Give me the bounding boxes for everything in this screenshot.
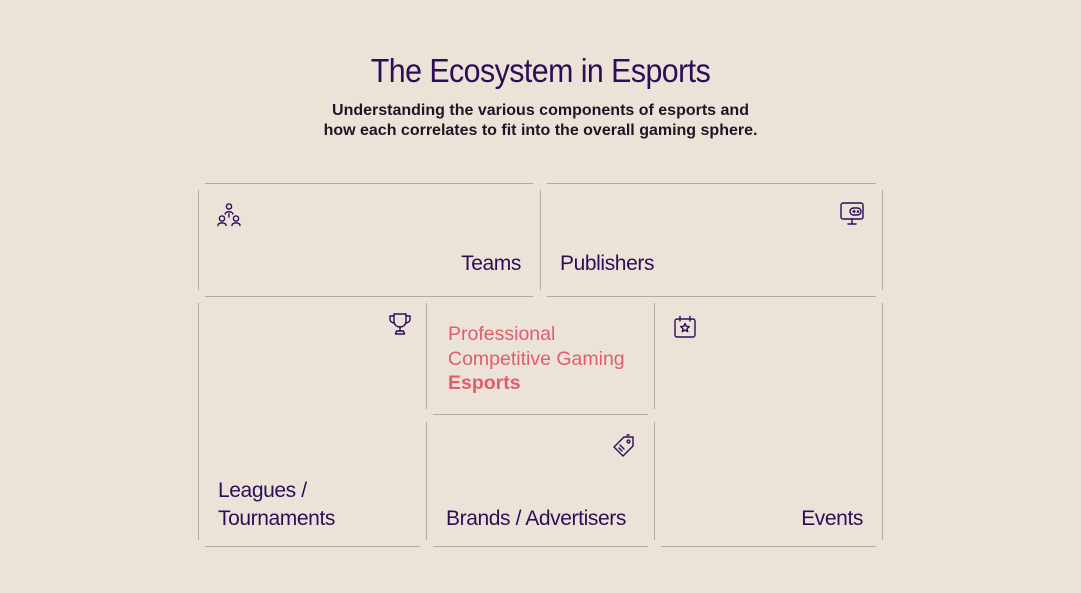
grid-line	[654, 422, 655, 540]
grid-line	[433, 546, 648, 547]
center-line-2: Competitive Gaming	[448, 347, 625, 370]
grid-line	[205, 296, 533, 297]
calendar-star-icon	[672, 314, 698, 340]
grid-line	[205, 183, 533, 184]
tag-icon	[611, 433, 637, 459]
people-network-icon	[216, 202, 242, 228]
events-label: Events	[801, 507, 863, 530]
grid-line	[547, 183, 876, 184]
grid-line	[198, 303, 199, 540]
grid-line	[661, 546, 876, 547]
grid-line	[198, 190, 199, 290]
grid-line	[433, 414, 648, 415]
subtitle-line-2: how each correlates to fit into the over…	[323, 121, 758, 139]
grid-line	[882, 190, 883, 290]
publishers-label: Publishers	[560, 252, 655, 275]
grid-line	[205, 546, 420, 547]
page-title: The Ecosystem in Esports	[370, 52, 711, 89]
cell-center: Professional Competitive Gaming Esports	[448, 322, 625, 396]
teams-label: Teams	[461, 252, 521, 275]
grid-line	[547, 296, 876, 297]
leagues-label-line-1: Leagues /	[218, 479, 307, 502]
grid-line	[426, 422, 427, 540]
trophy-icon	[387, 311, 413, 337]
leagues-label-line-2: Tournaments	[218, 507, 335, 530]
grid-line	[426, 303, 427, 409]
grid-line	[654, 303, 655, 409]
brands-label: Brands / Advertisers	[446, 507, 626, 530]
page-subtitle: Understanding the various components of …	[0, 101, 1081, 140]
center-line-1: Professional	[448, 323, 556, 345]
subtitle-line-1: Understanding the various components of …	[332, 102, 749, 119]
center-line-3: Esports	[448, 372, 521, 394]
grid-line	[540, 190, 541, 290]
grid-line	[882, 303, 883, 540]
monitor-gamepad-icon	[839, 201, 865, 227]
